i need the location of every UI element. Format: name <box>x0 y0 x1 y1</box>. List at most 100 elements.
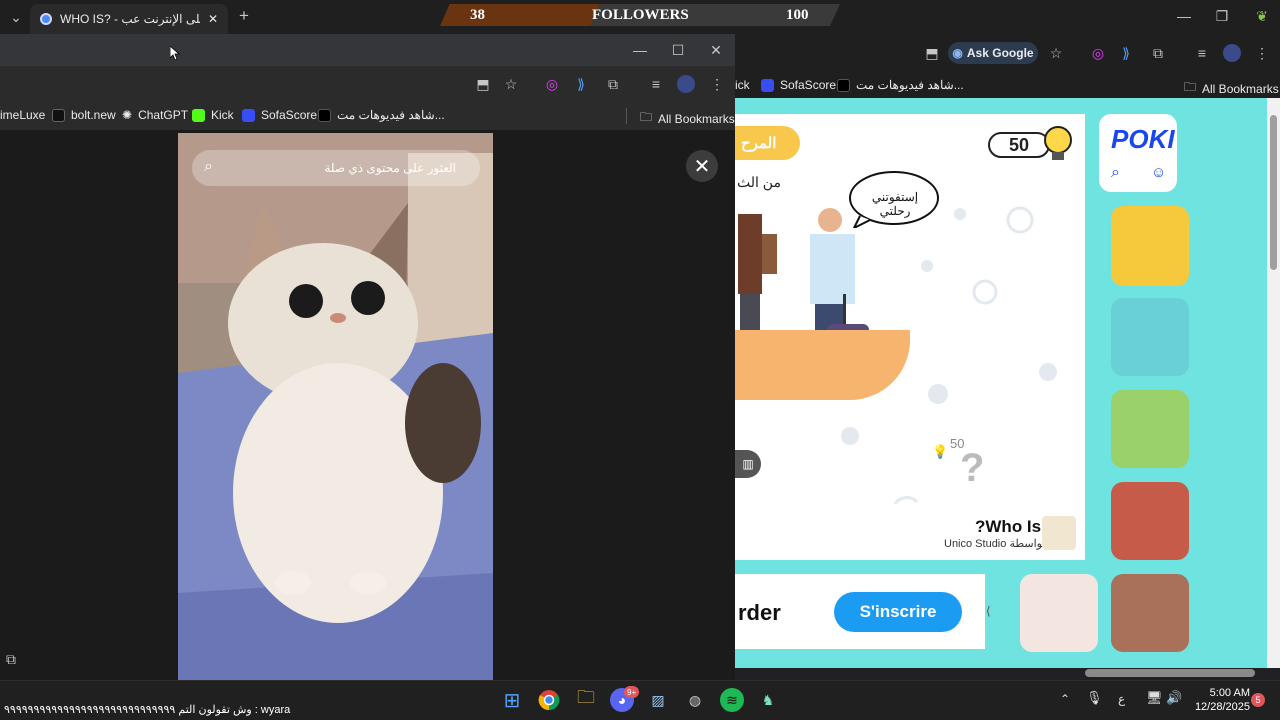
game-tile-1[interactable] <box>1111 206 1189 286</box>
front-extension-ring-icon[interactable]: ◎ <box>543 75 561 93</box>
game-tile-5[interactable] <box>1111 574 1189 652</box>
windows-start-icon[interactable]: ⊞ <box>500 688 524 712</box>
scene-floor <box>735 330 910 400</box>
taskbar-ticker: وش تقولون التم ٩٩٩٩٩٩٩٩٩٩٩٩٩٩٩٩٩٩٩٩٩٩٩٩٩… <box>4 704 291 716</box>
bookmark-sofascore[interactable]: SofaScore <box>242 108 317 122</box>
bookmark-star-icon[interactable]: ☆ <box>1047 44 1065 62</box>
cat-video[interactable] <box>178 133 493 680</box>
discord-badge: 9+ <box>624 686 640 698</box>
side-panel-icon[interactable]: ⧉ <box>2 650 20 668</box>
clock-date[interactable]: 12/28/2025 <box>1186 701 1250 713</box>
profile-avatar[interactable] <box>1223 44 1241 62</box>
all-bookmarks[interactable]: 🗀 All Bookmarks <box>1184 78 1279 99</box>
extension-ring-icon[interactable]: ◎ <box>1089 44 1107 62</box>
horizontal-scrollbar[interactable] <box>1085 669 1255 677</box>
signup-button[interactable]: S'inscrire <box>834 592 962 632</box>
google-lens-icon: ◉ <box>952 46 963 60</box>
bookmark-tiktok[interactable]: شاهد فيديوهات مت... <box>318 108 445 122</box>
front-minimize-icon[interactable]: — <box>632 42 648 58</box>
minimize-icon[interactable]: — <box>1176 8 1192 24</box>
front-close-icon[interactable]: ✕ <box>708 42 724 58</box>
level-badge: المرح <box>735 126 800 160</box>
obs-icon[interactable]: ◍ <box>683 688 707 712</box>
new-tab-plus-icon[interactable]: + <box>236 6 252 25</box>
restore-icon[interactable]: ❐ <box>1214 8 1230 24</box>
bookmark-label: شاهد فيديوهات مت... <box>856 78 964 92</box>
front-media-control-icon[interactable]: ≡ <box>647 75 665 93</box>
all-bookmarks[interactable]: 🗀 All Bookmarks <box>640 108 735 129</box>
lightbulb-icon[interactable] <box>1040 124 1076 164</box>
microphone-icon[interactable]: 🎙 <box>1086 690 1103 706</box>
bookmark-animeluxe[interactable]: imeLuxe <box>0 108 45 122</box>
tray-chevron-icon[interactable]: ⌃ <box>1060 692 1070 706</box>
question-mark-icon[interactable]: ? <box>960 446 984 491</box>
game-title: ?Who Is <box>975 517 1042 536</box>
spotify-icon[interactable]: ≋ <box>720 688 744 712</box>
related-content-search[interactable]: العثور على محتوى ذي صلة ⌕ <box>192 150 480 186</box>
followers-goal: 100 <box>786 7 809 23</box>
front-install-app-icon[interactable]: ⬒ <box>474 75 492 93</box>
mouse-cursor-icon <box>170 46 180 60</box>
kick-icon <box>192 108 205 122</box>
tab-close-icon[interactable]: ✕ <box>208 12 218 26</box>
language-indicator[interactable]: ع <box>1118 692 1125 706</box>
notification-badge[interactable]: 5 <box>1251 693 1265 707</box>
bookmark-chatgpt[interactable]: ✺ ChatGPT <box>122 108 188 122</box>
extensions-puzzle-icon[interactable]: ⧉ <box>1149 44 1167 62</box>
front-maximize-icon[interactable]: ☐ <box>670 42 686 58</box>
poki-logo: POKI <box>1111 124 1175 154</box>
chrome-icon[interactable] <box>537 688 561 712</box>
bookmark-bolt[interactable]: bolt.new <box>52 108 116 122</box>
back-bookmarks-bar: ick SofaScore شاهد فيديوهات مت... 🗀 All B… <box>735 72 1280 98</box>
bookmark-tiktok[interactable]: شاهد فيديوهات مت... <box>837 78 964 92</box>
front-extension-waves-icon[interactable]: ⟫ <box>572 75 590 93</box>
sofascore-icon <box>761 78 774 92</box>
extension-waves-icon[interactable]: ⟫ <box>1117 44 1135 62</box>
game-tile-2[interactable] <box>1111 298 1189 376</box>
app-robot-icon[interactable]: ♞ <box>756 688 780 712</box>
front-extensions-puzzle-icon[interactable]: ⧉ <box>604 75 622 93</box>
front-menu-kebab-icon[interactable]: ⋮ <box>708 75 726 93</box>
search-icon[interactable]: ⌕ <box>204 158 213 176</box>
close-viewer-button[interactable]: ✕ <box>686 150 718 182</box>
game-thumbnail-small <box>1042 516 1076 550</box>
game-author: Unico Studio بواسطة <box>944 538 1046 550</box>
bookmark-kick-partial[interactable]: ick <box>735 78 750 92</box>
ask-google-label: Ask Google <box>966 46 1034 60</box>
bookmark-kick[interactable]: Kick <box>192 108 234 122</box>
bookmark-label: SofaScore <box>780 78 837 92</box>
extension-leaf-icon[interactable]: ❦ <box>1254 8 1270 24</box>
user-icon[interactable]: ☺ <box>1151 164 1166 181</box>
front-profile-avatar[interactable] <box>677 75 695 93</box>
tab-title: WHO IS? - مجانًا على الإنترنت عب <box>60 12 200 26</box>
front-window-titlebar[interactable]: — ☐ ✕ <box>0 34 735 66</box>
ask-google-button[interactable]: ◉ Ask Google <box>948 42 1038 64</box>
media-control-icon[interactable]: ≡ <box>1193 44 1211 62</box>
followers-current: 38 <box>470 7 485 23</box>
bookmark-label: SofaScore <box>261 108 318 122</box>
bookmarks-divider <box>626 108 627 124</box>
question-text: من الث <box>737 174 781 190</box>
tab-who-is[interactable]: WHO IS? - مجانًا على الإنترنت عب ✕ <box>30 4 228 34</box>
chatgpt-icon: ✺ <box>122 108 133 122</box>
tab-search-chevron-icon[interactable]: ⌄ <box>8 9 24 25</box>
install-app-icon[interactable]: ⬒ <box>923 44 941 62</box>
carousel-arrow-icon[interactable]: ⟨ <box>986 604 991 618</box>
menu-kebab-icon[interactable]: ⋮ <box>1253 44 1271 62</box>
bolt-icon <box>52 108 65 122</box>
game-tile-3[interactable] <box>1111 390 1189 468</box>
clock-time[interactable]: 5:00 AM <box>1200 687 1250 699</box>
vertical-scrollbar-thumb[interactable] <box>1270 115 1277 270</box>
search-icon[interactable]: ⌕ <box>1111 164 1120 182</box>
file-explorer-icon[interactable]: 🗀 <box>574 687 598 712</box>
front-bookmark-star-icon[interactable]: ☆ <box>502 75 520 93</box>
game-tile-brain[interactable] <box>1020 574 1098 652</box>
related-search-placeholder: العثور على محتوى ذي صلة <box>324 161 456 175</box>
poki-logo-card[interactable]: POKI ⌕ ☺ <box>1099 114 1177 192</box>
volume-icon[interactable]: 🔊 <box>1166 690 1182 706</box>
network-icon[interactable]: 🖥 <box>1146 690 1163 706</box>
game-tile-4[interactable] <box>1111 482 1189 560</box>
bookmark-sofascore[interactable]: SofaScore <box>761 78 836 92</box>
hint-bulb-small-icon: 💡 <box>932 444 949 459</box>
photos-icon[interactable]: ▨ <box>646 688 670 712</box>
